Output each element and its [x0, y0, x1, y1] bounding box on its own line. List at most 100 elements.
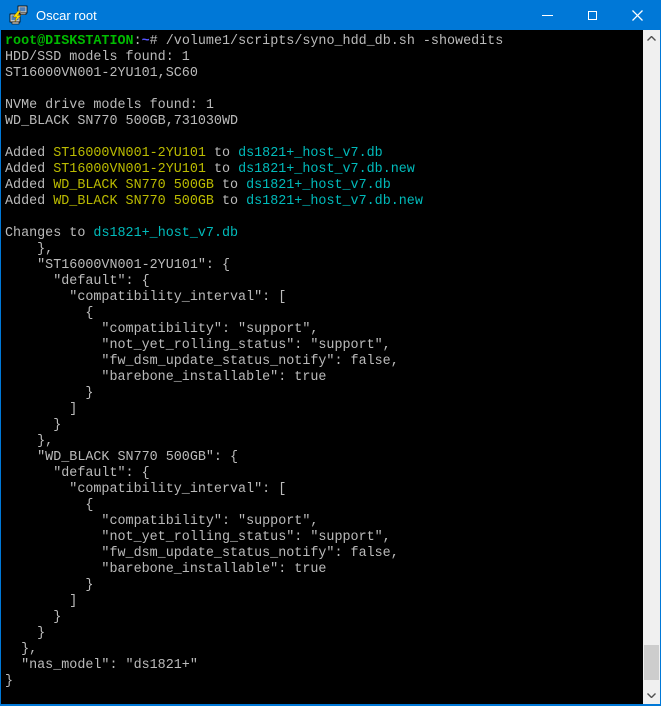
terminal-text-segment: } — [5, 418, 61, 433]
terminal-line: ST16000VN001-2YU101,SC60 — [5, 66, 643, 82]
chevron-up-icon — [647, 36, 656, 41]
terminal-text-segment: Added — [5, 162, 53, 177]
putty-terminals-icon — [9, 5, 29, 25]
terminal-text-segment: "default": { — [5, 466, 150, 481]
terminal-text-segment: "compatibility": "support", — [5, 514, 318, 529]
terminal-text-segment: HDD/SSD models found: 1 — [5, 50, 190, 65]
terminal-line: }, — [5, 242, 643, 258]
terminal-line: "WD_BLACK SN770 500GB": { — [5, 450, 643, 466]
terminal-text-segment: "compatibility_interval": [ — [5, 290, 286, 305]
terminal-text-segment: Added — [5, 146, 53, 161]
terminal-text-segment: to — [206, 162, 238, 177]
terminal-text-segment: "fw_dsm_update_status_notify": false, — [5, 546, 399, 561]
terminal-line: "compatibility_interval": [ — [5, 290, 643, 306]
terminal-line: "default": { — [5, 466, 643, 482]
window-controls — [525, 0, 660, 30]
terminal-line: NVMe drive models found: 1 — [5, 98, 643, 114]
terminal-line: "compatibility": "support", — [5, 514, 643, 530]
terminal-text-segment: } — [5, 386, 93, 401]
terminal-line: Added WD_BLACK SN770 500GB to ds1821+_ho… — [5, 194, 643, 210]
terminal-text-segment: { — [5, 498, 93, 513]
terminal-text-segment: "ST16000VN001-2YU101": { — [5, 258, 230, 273]
terminal-line: { — [5, 306, 643, 322]
terminal-text-segment: Changes to — [5, 226, 93, 241]
terminal-text-segment: } — [5, 626, 45, 641]
terminal-text-segment: to — [206, 146, 238, 161]
terminal-text-segment: ST16000VN001-2YU101 — [53, 162, 206, 177]
terminal-text-segment: "nas_model": "ds1821+" — [5, 658, 198, 673]
terminal-line: }, — [5, 434, 643, 450]
terminal-text-segment: Added — [5, 178, 53, 193]
terminal-text-segment: WD_BLACK SN770 500GB — [53, 194, 214, 209]
terminal-line: } — [5, 610, 643, 626]
terminal-line: "not_yet_rolling_status": "support", — [5, 530, 643, 546]
terminal-text-segment: # /volume1/scripts/syno_hdd_db.sh -showe… — [150, 34, 504, 49]
terminal-text-segment: } — [5, 578, 93, 593]
chevron-down-icon — [647, 693, 656, 698]
terminal-line: "nas_model": "ds1821+" — [5, 658, 643, 674]
terminal-line: "compatibility_interval": [ — [5, 482, 643, 498]
terminal-line: HDD/SSD models found: 1 — [5, 50, 643, 66]
maximize-button[interactable] — [570, 0, 615, 30]
close-icon — [632, 10, 643, 21]
terminal-text-segment: } — [5, 610, 61, 625]
terminal-text-segment: "compatibility_interval": [ — [5, 482, 286, 497]
terminal-line: root@DISKSTATION:~# /volume1/scripts/syn… — [5, 34, 643, 50]
scrollbar-up-button[interactable] — [643, 30, 660, 47]
terminal-line: Changes to ds1821+_host_v7.db — [5, 226, 643, 242]
scrollbar[interactable] — [643, 30, 660, 704]
terminal-text-segment: }, — [5, 434, 53, 449]
terminal-line — [5, 130, 643, 146]
terminal-line: Added ST16000VN001-2YU101 to ds1821+_hos… — [5, 162, 643, 178]
putty-app-icon[interactable] — [8, 4, 30, 26]
terminal-line: { — [5, 498, 643, 514]
terminal-line: "ST16000VN001-2YU101": { — [5, 258, 643, 274]
terminal-line: "fw_dsm_update_status_notify": false, — [5, 546, 643, 562]
terminal-text-segment: "default": { — [5, 274, 150, 289]
terminal-text-segment: ds1821+_host_v7.db — [93, 226, 238, 241]
terminal-text-segment: ] — [5, 594, 77, 609]
terminal-text-segment: "barebone_installable": true — [5, 562, 326, 577]
terminal-text-segment: NVMe drive models found: 1 — [5, 98, 214, 113]
terminal-text-segment: ST16000VN001-2YU101,SC60 — [5, 66, 198, 81]
terminal-text-segment: "not_yet_rolling_status": "support", — [5, 530, 391, 545]
terminal-text-segment: ds1821+_host_v7.db — [246, 178, 391, 193]
terminal-line — [5, 210, 643, 226]
terminal-text-segment: to — [214, 178, 246, 193]
terminal-text-segment: "not_yet_rolling_status": "support", — [5, 338, 391, 353]
terminal-text-segment: "fw_dsm_update_status_notify": false, — [5, 354, 399, 369]
terminal-line: "default": { — [5, 274, 643, 290]
terminal-line: "barebone_installable": true — [5, 562, 643, 578]
terminal-text-segment: ds1821+_host_v7.db.new — [246, 194, 423, 209]
terminal-text-segment: ~ — [142, 34, 150, 49]
terminal-text-segment: } — [5, 674, 13, 689]
terminal-text-segment: }, — [5, 242, 53, 257]
terminal-line: ] — [5, 402, 643, 418]
terminal-line: } — [5, 386, 643, 402]
window-title: Oscar root — [36, 8, 525, 23]
terminal-screen[interactable]: root@DISKSTATION:~# /volume1/scripts/syn… — [1, 30, 660, 704]
terminal-line: }, — [5, 642, 643, 658]
terminal-line: "compatibility": "support", — [5, 322, 643, 338]
terminal-text-segment: WD_BLACK SN770 500GB — [53, 178, 214, 193]
titlebar[interactable]: Oscar root — [1, 0, 660, 30]
terminal-text-segment: root@DISKSTATION — [5, 34, 134, 49]
minimize-icon — [542, 15, 553, 16]
scrollbar-down-button[interactable] — [643, 687, 660, 704]
terminal-line — [5, 82, 643, 98]
terminal-text-segment: ] — [5, 402, 77, 417]
terminal-line: Added WD_BLACK SN770 500GB to ds1821+_ho… — [5, 178, 643, 194]
terminal-text-segment: ds1821+_host_v7.db.new — [238, 162, 415, 177]
terminal-text-segment: Added — [5, 194, 53, 209]
scrollbar-thumb[interactable] — [644, 645, 659, 680]
terminal-text-segment: ds1821+_host_v7.db — [238, 146, 383, 161]
terminal-line: } — [5, 674, 643, 690]
terminal-text-segment: }, — [5, 642, 37, 657]
maximize-icon — [588, 11, 597, 20]
terminal-line: } — [5, 418, 643, 434]
terminal-text-segment: WD_BLACK SN770 500GB,731030WD — [5, 114, 238, 129]
terminal-line: WD_BLACK SN770 500GB,731030WD — [5, 114, 643, 130]
close-button[interactable] — [615, 0, 660, 30]
minimize-button[interactable] — [525, 0, 570, 30]
terminal-line: ] — [5, 594, 643, 610]
